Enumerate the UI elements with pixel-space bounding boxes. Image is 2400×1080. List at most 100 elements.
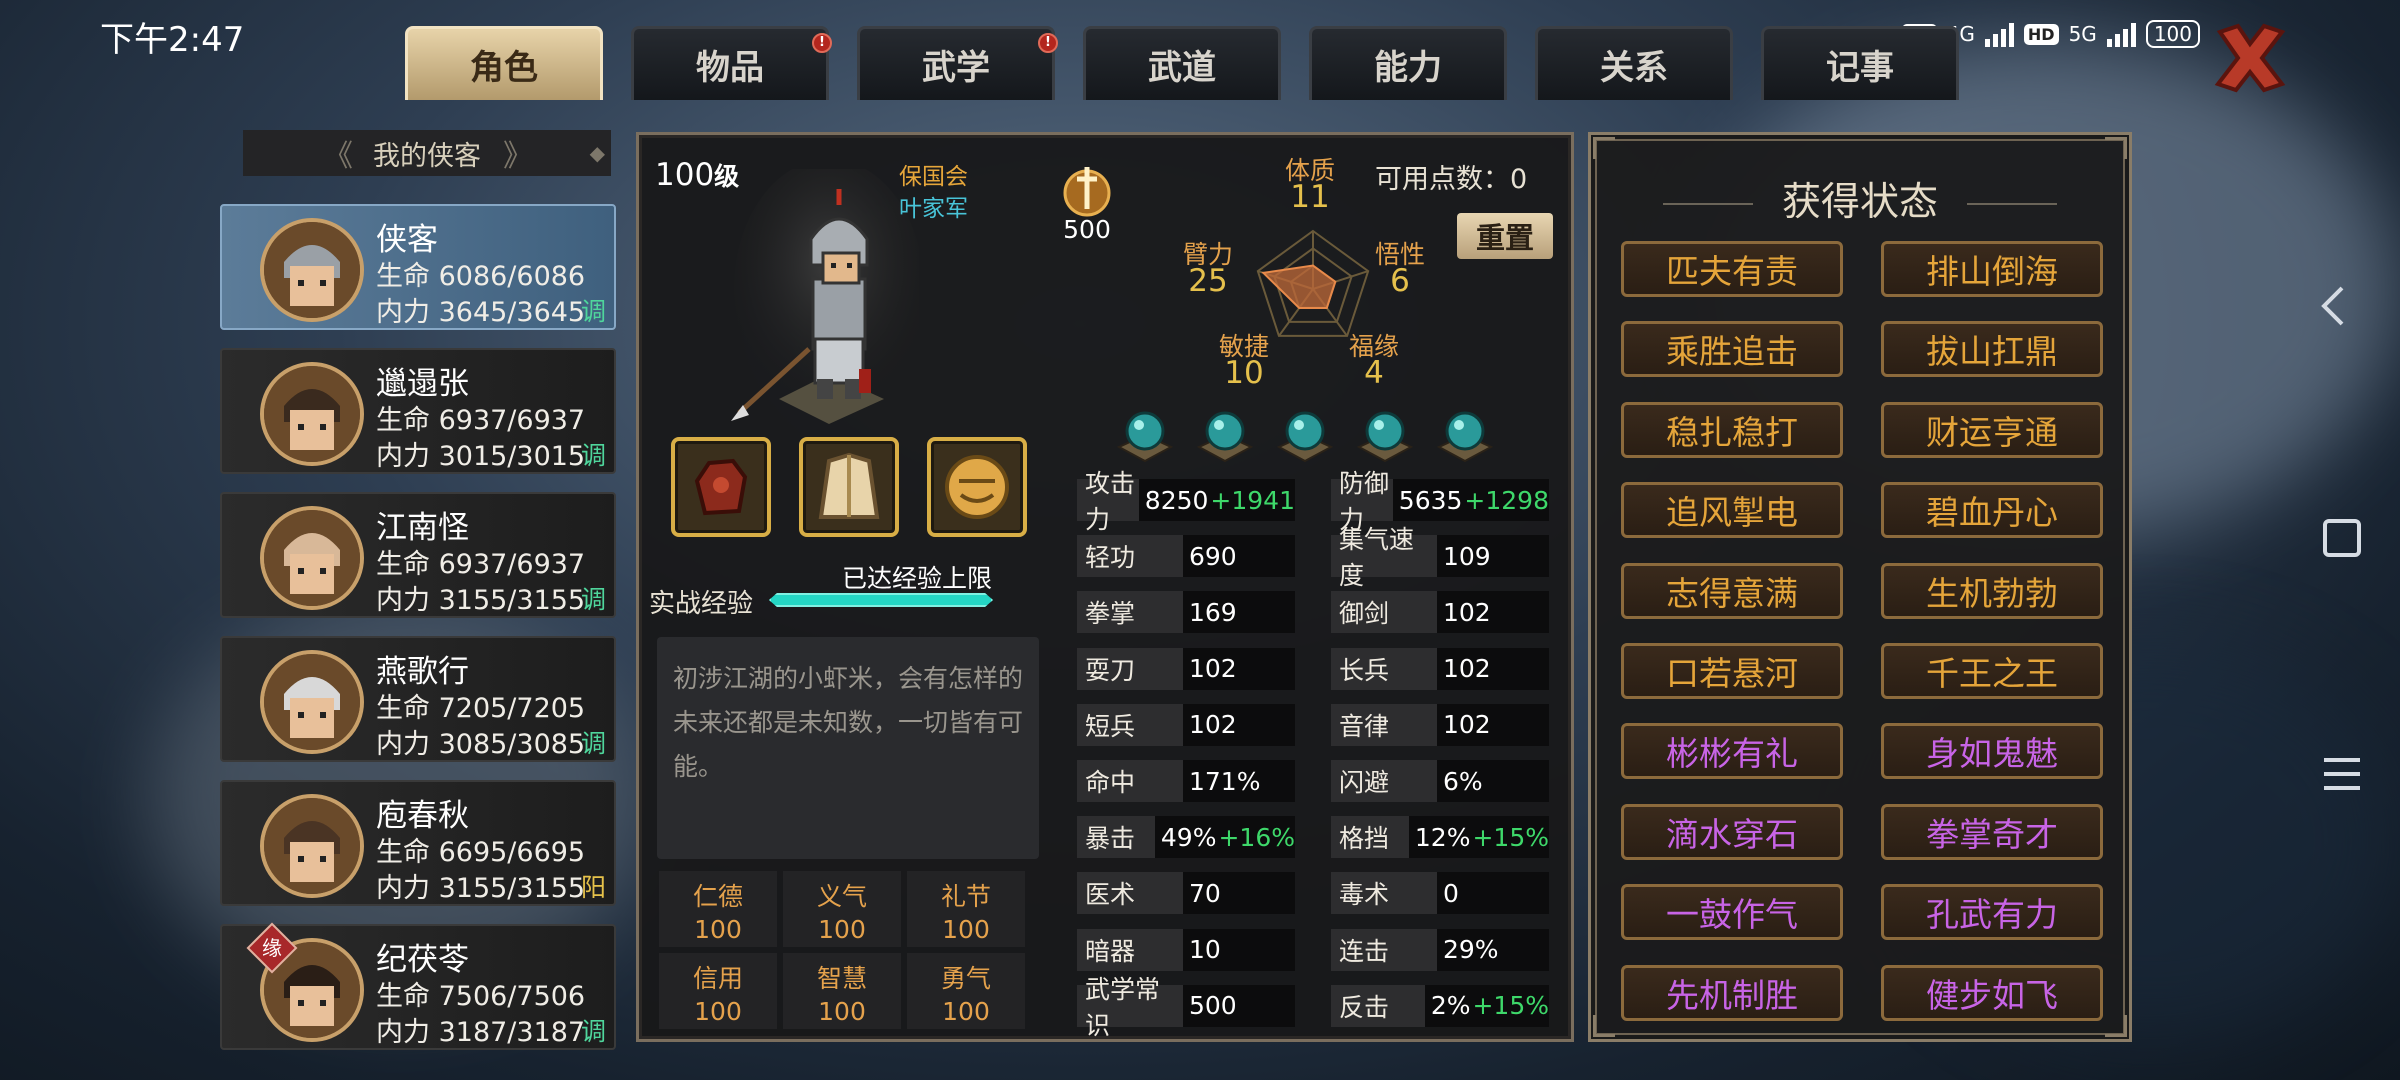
radar-value-agility: 10 [1224, 355, 1264, 391]
hero-tag: 调 [580, 729, 606, 758]
home-nav-icon[interactable] [2322, 518, 2362, 558]
status-chip[interactable]: 彬彬有礼 [1621, 723, 1843, 780]
tab-5[interactable]: 关系 [1535, 26, 1733, 100]
status-chip[interactable]: 健步如飞 [1881, 964, 2103, 1021]
status-chip[interactable]: 碧血丹心 [1881, 482, 2103, 539]
stat-value: 102 [1189, 654, 1237, 684]
stat-value: 102 [1443, 654, 1491, 684]
stat-row: 音律 102 [1331, 703, 1549, 746]
stat-value-cell: 102 [1183, 647, 1295, 690]
hero-name: 邋遢张 [376, 366, 469, 402]
status-chip[interactable]: 拳掌奇才 [1881, 803, 2103, 860]
status-chip[interactable]: 千王之王 [1881, 643, 2103, 699]
radar-value-strength: 25 [1188, 263, 1228, 299]
stat-label: 攻击力 [1077, 469, 1139, 534]
back-nav-icon[interactable] [2318, 284, 2348, 328]
gauntlet-icon [694, 458, 748, 516]
status-chip[interactable]: 先机制胜 [1621, 964, 1843, 1021]
virtue-label: 信用 [692, 964, 743, 993]
status-chip[interactable]: 乘胜追击 [1621, 321, 1843, 378]
status-chip[interactable]: 孔武有力 [1881, 884, 2103, 941]
status-chip[interactable]: 滴水穿石 [1621, 803, 1843, 860]
tab-label: 能力 [1374, 48, 1442, 88]
reset-button[interactable]: 重置 [1457, 213, 1553, 259]
equip-slot-armor[interactable] [799, 437, 899, 537]
clock: 下午2:47 [100, 20, 245, 60]
virtue-cell: 勇气 100 [907, 953, 1025, 1029]
hero-mp: 内力 3085/3085 [376, 729, 586, 760]
acquired-status-panel: 获得状态 匹夫有责 排山倒海 乘胜追击 拔山扛鼎 稳扎稳打 财运亨通 追风掣电 碧血丹心 志得意… [1588, 132, 2132, 1042]
radar-value-comprehension: 6 [1390, 263, 1410, 299]
stat-row: 闪避 6% [1331, 760, 1549, 802]
tab-0[interactable]: 角色 [405, 26, 603, 100]
stat-value: 5635 [1398, 485, 1463, 515]
stat-label: 反击 [1331, 984, 1425, 1027]
hero-portrait [260, 506, 364, 610]
stat-label: 轻功 [1077, 535, 1183, 578]
tab-3[interactable]: 武道 [1083, 26, 1281, 100]
hero-card[interactable]: 邋遢张 生命 6937/6937 内力 3015/3015 调 [220, 348, 616, 474]
equip-slot-accessory[interactable] [927, 437, 1027, 537]
meridian-orb-icon[interactable] [1195, 407, 1255, 463]
stat-row: 拳掌 169 [1077, 591, 1295, 634]
stat-value: 0 [1443, 878, 1459, 908]
stat-value: 500 [1189, 991, 1237, 1021]
alert-badge-icon: ! [1038, 33, 1058, 53]
hero-card[interactable]: 纪茯苓 生命 7506/7506 内力 3187/3187 调 缘 [220, 922, 616, 1050]
exp-status: 已达经验上限 [841, 564, 992, 593]
meridian-orb-icon[interactable] [1115, 407, 1175, 463]
hero-mp: 内力 3187/3187 [376, 1017, 586, 1048]
stat-value-cell: 8250 +1941 [1138, 479, 1295, 521]
status-chip[interactable]: 拔山扛鼎 [1881, 321, 2103, 378]
status-chip[interactable]: 一鼓作气 [1621, 884, 1843, 941]
status-chip[interactable]: 追风掣电 [1621, 482, 1843, 539]
status-chip[interactable]: 口若悬河 [1621, 643, 1843, 699]
hero-name: 纪茯苓 [376, 942, 469, 978]
meridian-orb-icon[interactable] [1275, 407, 1335, 463]
tab-2[interactable]: 武学! [857, 26, 1058, 100]
tab-4[interactable]: 能力 [1309, 26, 1507, 100]
stat-value: 169 [1189, 597, 1237, 627]
hero-card[interactable]: 庖春秋 生命 6695/6695 内力 3155/3155 阳 [220, 780, 616, 906]
hero-face-icon [264, 366, 360, 462]
hero-card[interactable]: 燕歌行 生命 7205/7205 内力 3085/3085 调 [220, 636, 616, 762]
status-panel-title: 获得状态 [1781, 180, 1938, 225]
status-chip[interactable]: 排山倒海 [1881, 241, 2103, 297]
stat-row: 命中 171% [1077, 760, 1295, 802]
stat-value-cell: 102 [1183, 703, 1295, 746]
meridian-orb-icon[interactable] [1435, 407, 1495, 463]
stat-label: 暴击 [1077, 816, 1155, 859]
status-chip[interactable]: 稳扎稳打 [1621, 401, 1843, 458]
status-chip[interactable]: 志得意满 [1621, 562, 1843, 619]
close-icon[interactable] [2210, 18, 2290, 98]
character-description: 初涉江湖的小虾米，会有怎样的未来还都是未知数，一切皆有可能。 [657, 637, 1039, 859]
stat-label: 武学常识 [1077, 975, 1183, 1040]
tab-1[interactable]: 物品! [631, 26, 832, 100]
equip-slot-gloves[interactable] [671, 437, 771, 537]
virtue-cell: 信用 100 [659, 953, 777, 1029]
organization-label: 保国会 [899, 164, 968, 190]
status-chip[interactable]: 财运亨通 [1881, 401, 2103, 458]
stat-value-cell: 171% [1183, 760, 1295, 802]
stat-bonus: +16% [1218, 822, 1295, 852]
stat-value-cell: 109 [1437, 535, 1549, 578]
virtue-value: 100 [942, 915, 990, 944]
status-chip[interactable]: 生机勃勃 [1881, 562, 2103, 619]
my-heroes-title: 我的侠客 [373, 140, 481, 172]
frame-corner [1593, 1015, 1615, 1037]
status-chip[interactable]: 匹夫有责 [1621, 241, 1843, 297]
meridian-orb-icon[interactable] [1355, 407, 1415, 463]
virtue-value: 100 [694, 915, 742, 944]
stat-row: 防御力 5635 +1298 [1331, 469, 1549, 534]
hero-hp: 生命 6937/6937 [376, 405, 586, 436]
tab-6[interactable]: 记事 [1761, 26, 1959, 100]
hero-card[interactable]: 侠客 生命 6086/6086 内力 3645/3645 调 [220, 204, 616, 330]
hero-card[interactable]: 江南怪 生命 6937/6937 内力 3155/3155 调 [220, 492, 616, 618]
exp-label: 实战经验 [649, 589, 754, 619]
stat-row: 攻击力 8250 +1941 [1077, 469, 1295, 534]
recents-nav-icon[interactable] [2322, 756, 2362, 792]
status-chip[interactable]: 身如鬼魅 [1881, 723, 2103, 780]
hero-mp: 内力 3015/3015 [376, 441, 586, 472]
exp-progress-bar [769, 593, 993, 607]
stat-value: 8250 [1144, 485, 1209, 515]
